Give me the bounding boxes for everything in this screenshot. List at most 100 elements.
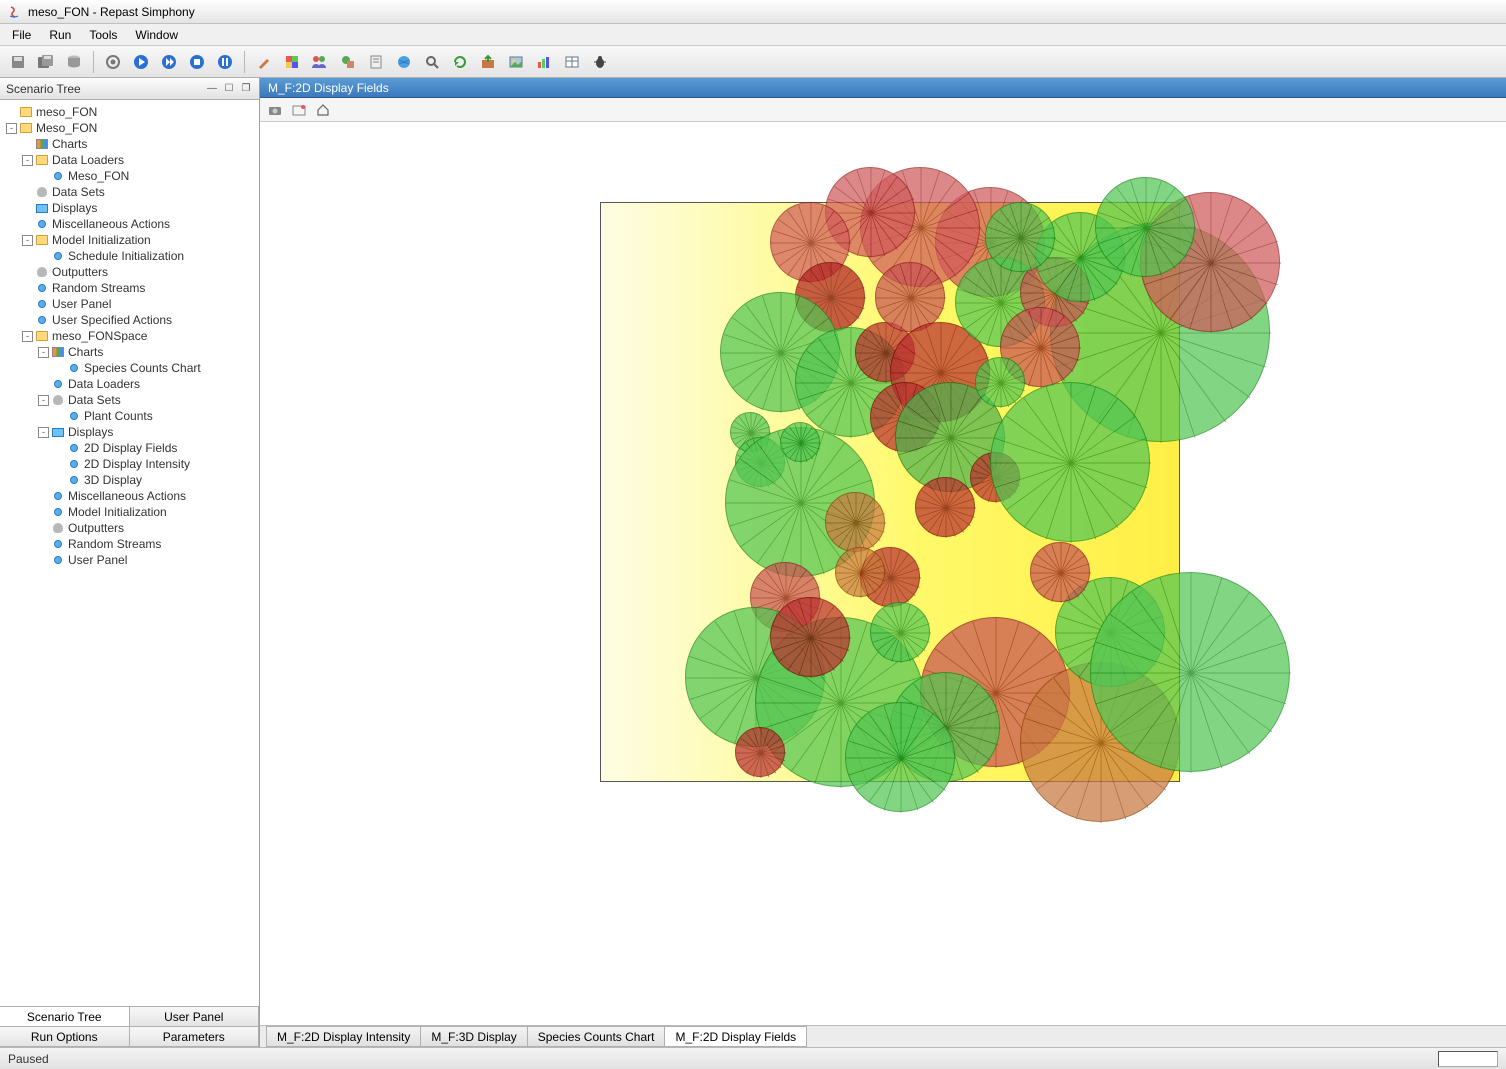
bullet-icon — [67, 473, 81, 487]
disp-icon — [35, 201, 49, 215]
zoom-icon[interactable] — [420, 50, 444, 74]
tree-node[interactable]: User Panel — [2, 296, 257, 312]
reset-icon[interactable] — [101, 50, 125, 74]
expander-icon[interactable]: - — [22, 235, 33, 246]
tree-label: 3D Display — [84, 473, 142, 487]
stop-icon[interactable] — [185, 50, 209, 74]
tree-node[interactable]: Data Loaders — [2, 376, 257, 392]
expander-icon[interactable]: - — [22, 331, 33, 342]
refresh-icon[interactable] — [448, 50, 472, 74]
save-icon[interactable] — [6, 50, 30, 74]
tree-node[interactable]: meso_FON — [2, 104, 257, 120]
tree-node[interactable]: Data Sets — [2, 184, 257, 200]
database-icon[interactable] — [62, 50, 86, 74]
display-bottom-tabs: M_F:2D Display Intensity M_F:3D Display … — [260, 1025, 1506, 1047]
tree-node[interactable]: -Model Initialization — [2, 232, 257, 248]
tree-node[interactable]: 2D Display Fields — [2, 440, 257, 456]
agent-circle — [825, 492, 885, 552]
pause-icon[interactable] — [213, 50, 237, 74]
tab-species-counts[interactable]: Species Counts Chart — [527, 1026, 666, 1047]
tree-node[interactable]: 3D Display — [2, 472, 257, 488]
restore-icon[interactable]: ❐ — [239, 83, 253, 95]
scenario-tree-header: Scenario Tree — ☐ ❐ — [0, 78, 259, 100]
tree-node[interactable]: Charts — [2, 136, 257, 152]
export-icon[interactable] — [476, 50, 500, 74]
tab-2d-fields[interactable]: M_F:2D Display Fields — [664, 1026, 807, 1047]
tree-node[interactable]: Outputters — [2, 520, 257, 536]
maximize-icon[interactable]: ☐ — [222, 83, 236, 95]
expander-icon[interactable]: - — [6, 123, 17, 134]
tree-node[interactable]: Random Streams — [2, 536, 257, 552]
tab-3d-display[interactable]: M_F:3D Display — [420, 1026, 527, 1047]
tab-user-panel[interactable]: User Panel — [129, 1006, 260, 1027]
palette-icon[interactable] — [280, 50, 304, 74]
tab-parameters[interactable]: Parameters — [129, 1026, 260, 1047]
tree-node[interactable]: -Data Loaders — [2, 152, 257, 168]
image-icon[interactable] — [504, 50, 528, 74]
globe-icon[interactable] — [392, 50, 416, 74]
tree-node[interactable]: Model Initialization — [2, 504, 257, 520]
tree-label: Random Streams — [68, 537, 161, 551]
step-icon[interactable] — [157, 50, 181, 74]
tree-node[interactable]: Displays — [2, 200, 257, 216]
snapshot-icon[interactable] — [290, 101, 308, 119]
db-icon — [51, 393, 65, 407]
document-icon[interactable] — [364, 50, 388, 74]
bug-icon[interactable] — [588, 50, 612, 74]
scenario-tree[interactable]: meso_FON-Meso_FONCharts-Data LoadersMeso… — [0, 100, 259, 1006]
camera-icon[interactable] — [266, 101, 284, 119]
tree-node[interactable]: User Specified Actions — [2, 312, 257, 328]
agent-circle — [1095, 177, 1195, 277]
table-icon[interactable] — [560, 50, 584, 74]
chart-icon[interactable] — [532, 50, 556, 74]
menu-run[interactable]: Run — [41, 26, 79, 44]
expander-icon[interactable]: - — [38, 347, 49, 358]
expander-icon[interactable]: - — [38, 427, 49, 438]
agent-circle — [1030, 542, 1090, 602]
brush-icon[interactable] — [252, 50, 276, 74]
java-icon — [6, 4, 22, 20]
main-area: Scenario Tree — ☐ ❐ meso_FON-Meso_FONCha… — [0, 78, 1506, 1047]
bullet-icon — [35, 217, 49, 231]
menubar: File Run Tools Window — [0, 24, 1506, 46]
tree-node[interactable]: Schedule Initialization — [2, 248, 257, 264]
tree-node[interactable]: Plant Counts — [2, 408, 257, 424]
tree-label: Miscellaneous Actions — [52, 217, 170, 231]
minimize-icon[interactable]: — — [205, 83, 219, 95]
bullet-icon — [51, 249, 65, 263]
tree-label: Model Initialization — [68, 505, 167, 519]
menu-window[interactable]: Window — [127, 26, 186, 44]
menu-tools[interactable]: Tools — [81, 26, 125, 44]
users-icon[interactable] — [308, 50, 332, 74]
home-icon[interactable] — [314, 101, 332, 119]
tree-node[interactable]: Species Counts Chart — [2, 360, 257, 376]
expander-icon[interactable]: - — [38, 395, 49, 406]
db-icon — [35, 265, 49, 279]
tab-run-options[interactable]: Run Options — [0, 1026, 130, 1047]
display-canvas[interactable] — [260, 122, 1506, 1025]
expander-icon[interactable]: - — [22, 155, 33, 166]
tree-node[interactable]: User Panel — [2, 552, 257, 568]
tree-node[interactable]: -Meso_FON — [2, 120, 257, 136]
menu-file[interactable]: File — [4, 26, 39, 44]
tree-node[interactable]: Miscellaneous Actions — [2, 488, 257, 504]
shapes-icon[interactable] — [336, 50, 360, 74]
tree-node[interactable]: 2D Display Intensity — [2, 456, 257, 472]
save-all-icon[interactable] — [34, 50, 58, 74]
tree-node[interactable]: -meso_FONSpace — [2, 328, 257, 344]
toolbar — [0, 46, 1506, 78]
tab-2d-intensity[interactable]: M_F:2D Display Intensity — [266, 1026, 421, 1047]
agent-circle — [1090, 572, 1290, 772]
tab-scenario-tree[interactable]: Scenario Tree — [0, 1006, 130, 1027]
tree-node[interactable]: -Charts — [2, 344, 257, 360]
agent-circle — [770, 597, 850, 677]
tree-node[interactable]: Meso_FON — [2, 168, 257, 184]
play-icon[interactable] — [129, 50, 153, 74]
tree-node[interactable]: -Displays — [2, 424, 257, 440]
bullet-icon — [51, 169, 65, 183]
tree-node[interactable]: Outputters — [2, 264, 257, 280]
tree-node[interactable]: Miscellaneous Actions — [2, 216, 257, 232]
tree-node[interactable]: Random Streams — [2, 280, 257, 296]
tree-node[interactable]: -Data Sets — [2, 392, 257, 408]
tree-label: Plant Counts — [84, 409, 153, 423]
